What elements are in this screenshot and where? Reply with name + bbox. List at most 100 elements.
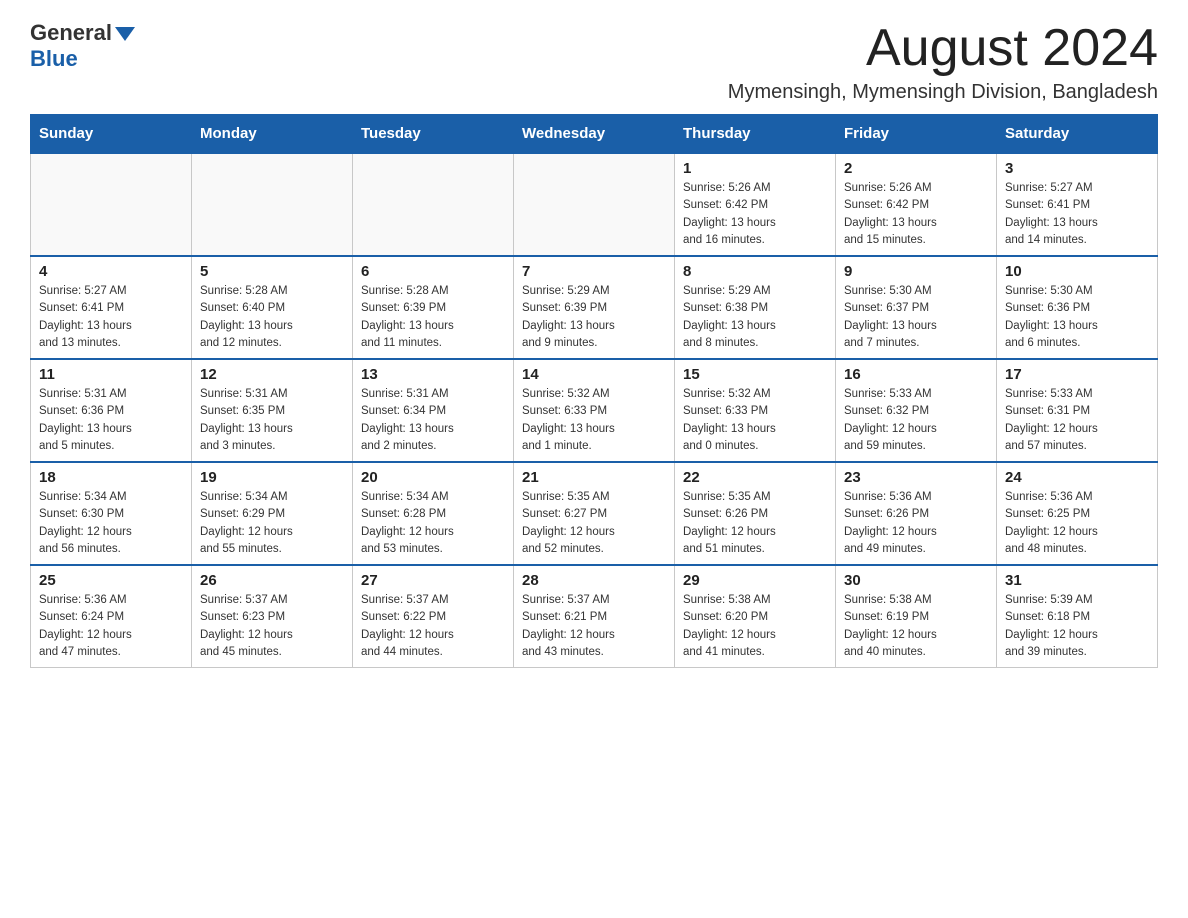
calendar-table: SundayMondayTuesdayWednesdayThursdayFrid… bbox=[30, 114, 1158, 668]
day-info: Sunrise: 5:28 AM Sunset: 6:39 PM Dayligh… bbox=[361, 283, 505, 352]
calendar-cell: 17 Sunrise: 5:33 AM Sunset: 6:31 PM Dayli… bbox=[997, 359, 1158, 462]
logo-arrow-icon bbox=[115, 27, 135, 41]
day-info: Sunrise: 5:32 AM Sunset: 6:33 PM Dayligh… bbox=[683, 386, 827, 455]
calendar-cell: 23 Sunrise: 5:36 AM Sunset: 6:26 PM Dayli… bbox=[836, 462, 997, 565]
calendar-cell: 4 Sunrise: 5:27 AM Sunset: 6:41 PM Daylig… bbox=[31, 256, 192, 359]
calendar-header-row: SundayMondayTuesdayWednesdayThursdayFrid… bbox=[31, 115, 1158, 154]
calendar-cell: 12 Sunrise: 5:31 AM Sunset: 6:35 PM Dayli… bbox=[192, 359, 353, 462]
day-number: 12 bbox=[200, 366, 344, 383]
calendar-cell: 18 Sunrise: 5:34 AM Sunset: 6:30 PM Dayli… bbox=[31, 462, 192, 565]
calendar-cell: 5Sunrise: 5:28 AM Sunset: 6:40 PM Daylig… bbox=[192, 256, 353, 359]
day-info: Sunrise: 5:27 AM Sunset: 6:41 PM Dayligh… bbox=[39, 283, 183, 352]
page-header: General Blue August 2024 Mymensingh, Mym… bbox=[30, 20, 1158, 104]
day-number: 24 bbox=[1005, 469, 1149, 486]
calendar-cell: 25 Sunrise: 5:36 AM Sunset: 6:24 PM Dayli… bbox=[31, 565, 192, 668]
page-title: August 2024 bbox=[728, 20, 1158, 77]
day-info: Sunrise: 5:37 AM Sunset: 6:22 PM Dayligh… bbox=[361, 592, 505, 661]
day-info: Sunrise: 5:35 AM Sunset: 6:26 PM Dayligh… bbox=[683, 489, 827, 558]
day-number: 10 bbox=[1005, 263, 1149, 280]
day-number: 21 bbox=[522, 469, 666, 486]
calendar-cell: 30Sunrise: 5:38 AM Sunset: 6:19 PM Dayli… bbox=[836, 565, 997, 668]
day-number: 18 bbox=[39, 469, 183, 486]
calendar-cell: 2 Sunrise: 5:26 AM Sunset: 6:42 PM Daylig… bbox=[836, 153, 997, 256]
day-info: Sunrise: 5:27 AM Sunset: 6:41 PM Dayligh… bbox=[1005, 180, 1149, 249]
day-info: Sunrise: 5:33 AM Sunset: 6:31 PM Dayligh… bbox=[1005, 386, 1149, 455]
calendar-cell: 10Sunrise: 5:30 AM Sunset: 6:36 PM Dayli… bbox=[997, 256, 1158, 359]
day-number: 28 bbox=[522, 572, 666, 589]
day-number: 9 bbox=[844, 263, 988, 280]
day-number: 6 bbox=[361, 263, 505, 280]
calendar-header-thursday: Thursday bbox=[675, 115, 836, 154]
calendar-cell: 15 Sunrise: 5:32 AM Sunset: 6:33 PM Dayli… bbox=[675, 359, 836, 462]
day-info: Sunrise: 5:37 AM Sunset: 6:21 PM Dayligh… bbox=[522, 592, 666, 661]
calendar-header-wednesday: Wednesday bbox=[514, 115, 675, 154]
calendar-cell: 28 Sunrise: 5:37 AM Sunset: 6:21 PM Dayli… bbox=[514, 565, 675, 668]
day-number: 5 bbox=[200, 263, 344, 280]
calendar-header-saturday: Saturday bbox=[997, 115, 1158, 154]
calendar-cell bbox=[192, 153, 353, 256]
page-subtitle: Mymensingh, Mymensingh Division, Banglad… bbox=[728, 81, 1158, 104]
logo-blue-text: Blue bbox=[30, 46, 78, 71]
calendar-cell: 11 Sunrise: 5:31 AM Sunset: 6:36 PM Dayli… bbox=[31, 359, 192, 462]
day-number: 25 bbox=[39, 572, 183, 589]
day-number: 2 bbox=[844, 160, 988, 177]
day-info: Sunrise: 5:31 AM Sunset: 6:35 PM Dayligh… bbox=[200, 386, 344, 455]
day-info: Sunrise: 5:34 AM Sunset: 6:29 PM Dayligh… bbox=[200, 489, 344, 558]
day-info: Sunrise: 5:36 AM Sunset: 6:26 PM Dayligh… bbox=[844, 489, 988, 558]
calendar-cell: 26 Sunrise: 5:37 AM Sunset: 6:23 PM Dayli… bbox=[192, 565, 353, 668]
calendar-cell: 3Sunrise: 5:27 AM Sunset: 6:41 PM Daylig… bbox=[997, 153, 1158, 256]
day-info: Sunrise: 5:34 AM Sunset: 6:28 PM Dayligh… bbox=[361, 489, 505, 558]
day-number: 26 bbox=[200, 572, 344, 589]
logo-general-text: General bbox=[30, 20, 112, 46]
calendar-cell: 1Sunrise: 5:26 AM Sunset: 6:42 PM Daylig… bbox=[675, 153, 836, 256]
calendar-week-row: 18 Sunrise: 5:34 AM Sunset: 6:30 PM Dayli… bbox=[31, 462, 1158, 565]
day-info: Sunrise: 5:37 AM Sunset: 6:23 PM Dayligh… bbox=[200, 592, 344, 661]
day-number: 20 bbox=[361, 469, 505, 486]
day-number: 17 bbox=[1005, 366, 1149, 383]
calendar-cell: 29 Sunrise: 5:38 AM Sunset: 6:20 PM Dayli… bbox=[675, 565, 836, 668]
day-number: 13 bbox=[361, 366, 505, 383]
calendar-cell bbox=[514, 153, 675, 256]
calendar-cell: 31Sunrise: 5:39 AM Sunset: 6:18 PM Dayli… bbox=[997, 565, 1158, 668]
calendar-week-row: 25 Sunrise: 5:36 AM Sunset: 6:24 PM Dayli… bbox=[31, 565, 1158, 668]
day-number: 7 bbox=[522, 263, 666, 280]
calendar-cell: 27 Sunrise: 5:37 AM Sunset: 6:22 PM Dayli… bbox=[353, 565, 514, 668]
calendar-cell: 20 Sunrise: 5:34 AM Sunset: 6:28 PM Dayli… bbox=[353, 462, 514, 565]
day-info: Sunrise: 5:26 AM Sunset: 6:42 PM Dayligh… bbox=[844, 180, 988, 249]
day-info: Sunrise: 5:38 AM Sunset: 6:20 PM Dayligh… bbox=[683, 592, 827, 661]
day-info: Sunrise: 5:38 AM Sunset: 6:19 PM Dayligh… bbox=[844, 592, 988, 661]
day-info: Sunrise: 5:31 AM Sunset: 6:34 PM Dayligh… bbox=[361, 386, 505, 455]
calendar-cell bbox=[353, 153, 514, 256]
calendar-cell bbox=[31, 153, 192, 256]
day-info: Sunrise: 5:36 AM Sunset: 6:25 PM Dayligh… bbox=[1005, 489, 1149, 558]
calendar-cell: 16 Sunrise: 5:33 AM Sunset: 6:32 PM Dayli… bbox=[836, 359, 997, 462]
day-number: 4 bbox=[39, 263, 183, 280]
day-info: Sunrise: 5:29 AM Sunset: 6:38 PM Dayligh… bbox=[683, 283, 827, 352]
day-number: 22 bbox=[683, 469, 827, 486]
calendar-cell: 22 Sunrise: 5:35 AM Sunset: 6:26 PM Dayli… bbox=[675, 462, 836, 565]
calendar-cell: 13 Sunrise: 5:31 AM Sunset: 6:34 PM Dayli… bbox=[353, 359, 514, 462]
day-number: 15 bbox=[683, 366, 827, 383]
calendar-cell: 8Sunrise: 5:29 AM Sunset: 6:38 PM Daylig… bbox=[675, 256, 836, 359]
day-number: 27 bbox=[361, 572, 505, 589]
calendar-week-row: 4 Sunrise: 5:27 AM Sunset: 6:41 PM Daylig… bbox=[31, 256, 1158, 359]
day-number: 29 bbox=[683, 572, 827, 589]
day-number: 31 bbox=[1005, 572, 1149, 589]
calendar-header-sunday: Sunday bbox=[31, 115, 192, 154]
calendar-header-monday: Monday bbox=[192, 115, 353, 154]
logo: General Blue bbox=[30, 20, 135, 72]
title-section: August 2024 Mymensingh, Mymensingh Divis… bbox=[728, 20, 1158, 104]
day-info: Sunrise: 5:33 AM Sunset: 6:32 PM Dayligh… bbox=[844, 386, 988, 455]
day-info: Sunrise: 5:32 AM Sunset: 6:33 PM Dayligh… bbox=[522, 386, 666, 455]
day-info: Sunrise: 5:34 AM Sunset: 6:30 PM Dayligh… bbox=[39, 489, 183, 558]
day-number: 23 bbox=[844, 469, 988, 486]
calendar-week-row: 1Sunrise: 5:26 AM Sunset: 6:42 PM Daylig… bbox=[31, 153, 1158, 256]
day-info: Sunrise: 5:31 AM Sunset: 6:36 PM Dayligh… bbox=[39, 386, 183, 455]
day-number: 16 bbox=[844, 366, 988, 383]
calendar-cell: 19Sunrise: 5:34 AM Sunset: 6:29 PM Dayli… bbox=[192, 462, 353, 565]
day-info: Sunrise: 5:35 AM Sunset: 6:27 PM Dayligh… bbox=[522, 489, 666, 558]
calendar-cell: 24 Sunrise: 5:36 AM Sunset: 6:25 PM Dayli… bbox=[997, 462, 1158, 565]
day-info: Sunrise: 5:36 AM Sunset: 6:24 PM Dayligh… bbox=[39, 592, 183, 661]
day-number: 11 bbox=[39, 366, 183, 383]
day-info: Sunrise: 5:26 AM Sunset: 6:42 PM Dayligh… bbox=[683, 180, 827, 249]
